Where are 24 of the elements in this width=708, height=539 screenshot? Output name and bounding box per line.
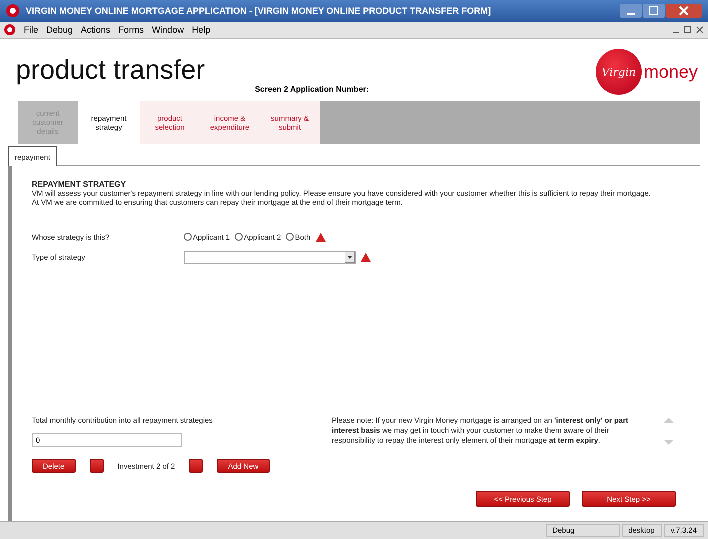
- menu-item[interactable]: Forms: [118, 25, 144, 35]
- previous-record-button[interactable]: [90, 459, 104, 473]
- dropdown-arrow-icon: [345, 252, 355, 262]
- menu-item[interactable]: Window: [152, 25, 184, 35]
- scroll-up-icon[interactable]: [662, 416, 676, 425]
- app-icon: [6, 4, 20, 18]
- menu-item[interactable]: Actions: [81, 25, 111, 35]
- page-title: product transfer: [16, 55, 206, 86]
- dropdown-field[interactable]: [184, 250, 356, 264]
- maximize-icon[interactable]: [643, 4, 665, 18]
- logo-text: money: [644, 62, 698, 82]
- minimize-icon[interactable]: [620, 4, 642, 18]
- menu-item[interactable]: File: [24, 25, 39, 35]
- next-record-button[interactable]: [189, 459, 204, 473]
- logo-badge: Virgin: [596, 49, 642, 95]
- screen-label: Screen 2 Application Number:: [255, 85, 370, 94]
- window-controls-icon[interactable]: [672, 25, 704, 35]
- window-title: VIRGIN MONEY ONLINE MORTGAGE APPLICATION - [VIRGIN MONEY ONLINE PRODUCT TRANSFER FORM]: [26, 6, 492, 16]
- menu-item[interactable]: Help: [192, 25, 211, 35]
- close-icon[interactable]: [666, 4, 702, 18]
- section-heading: REPAYMENT STRATEGY: [32, 180, 128, 189]
- menu-item[interactable]: Debug: [46, 25, 74, 35]
- app-icon: [4, 24, 16, 36]
- scroll-down-icon[interactable]: [662, 438, 676, 447]
